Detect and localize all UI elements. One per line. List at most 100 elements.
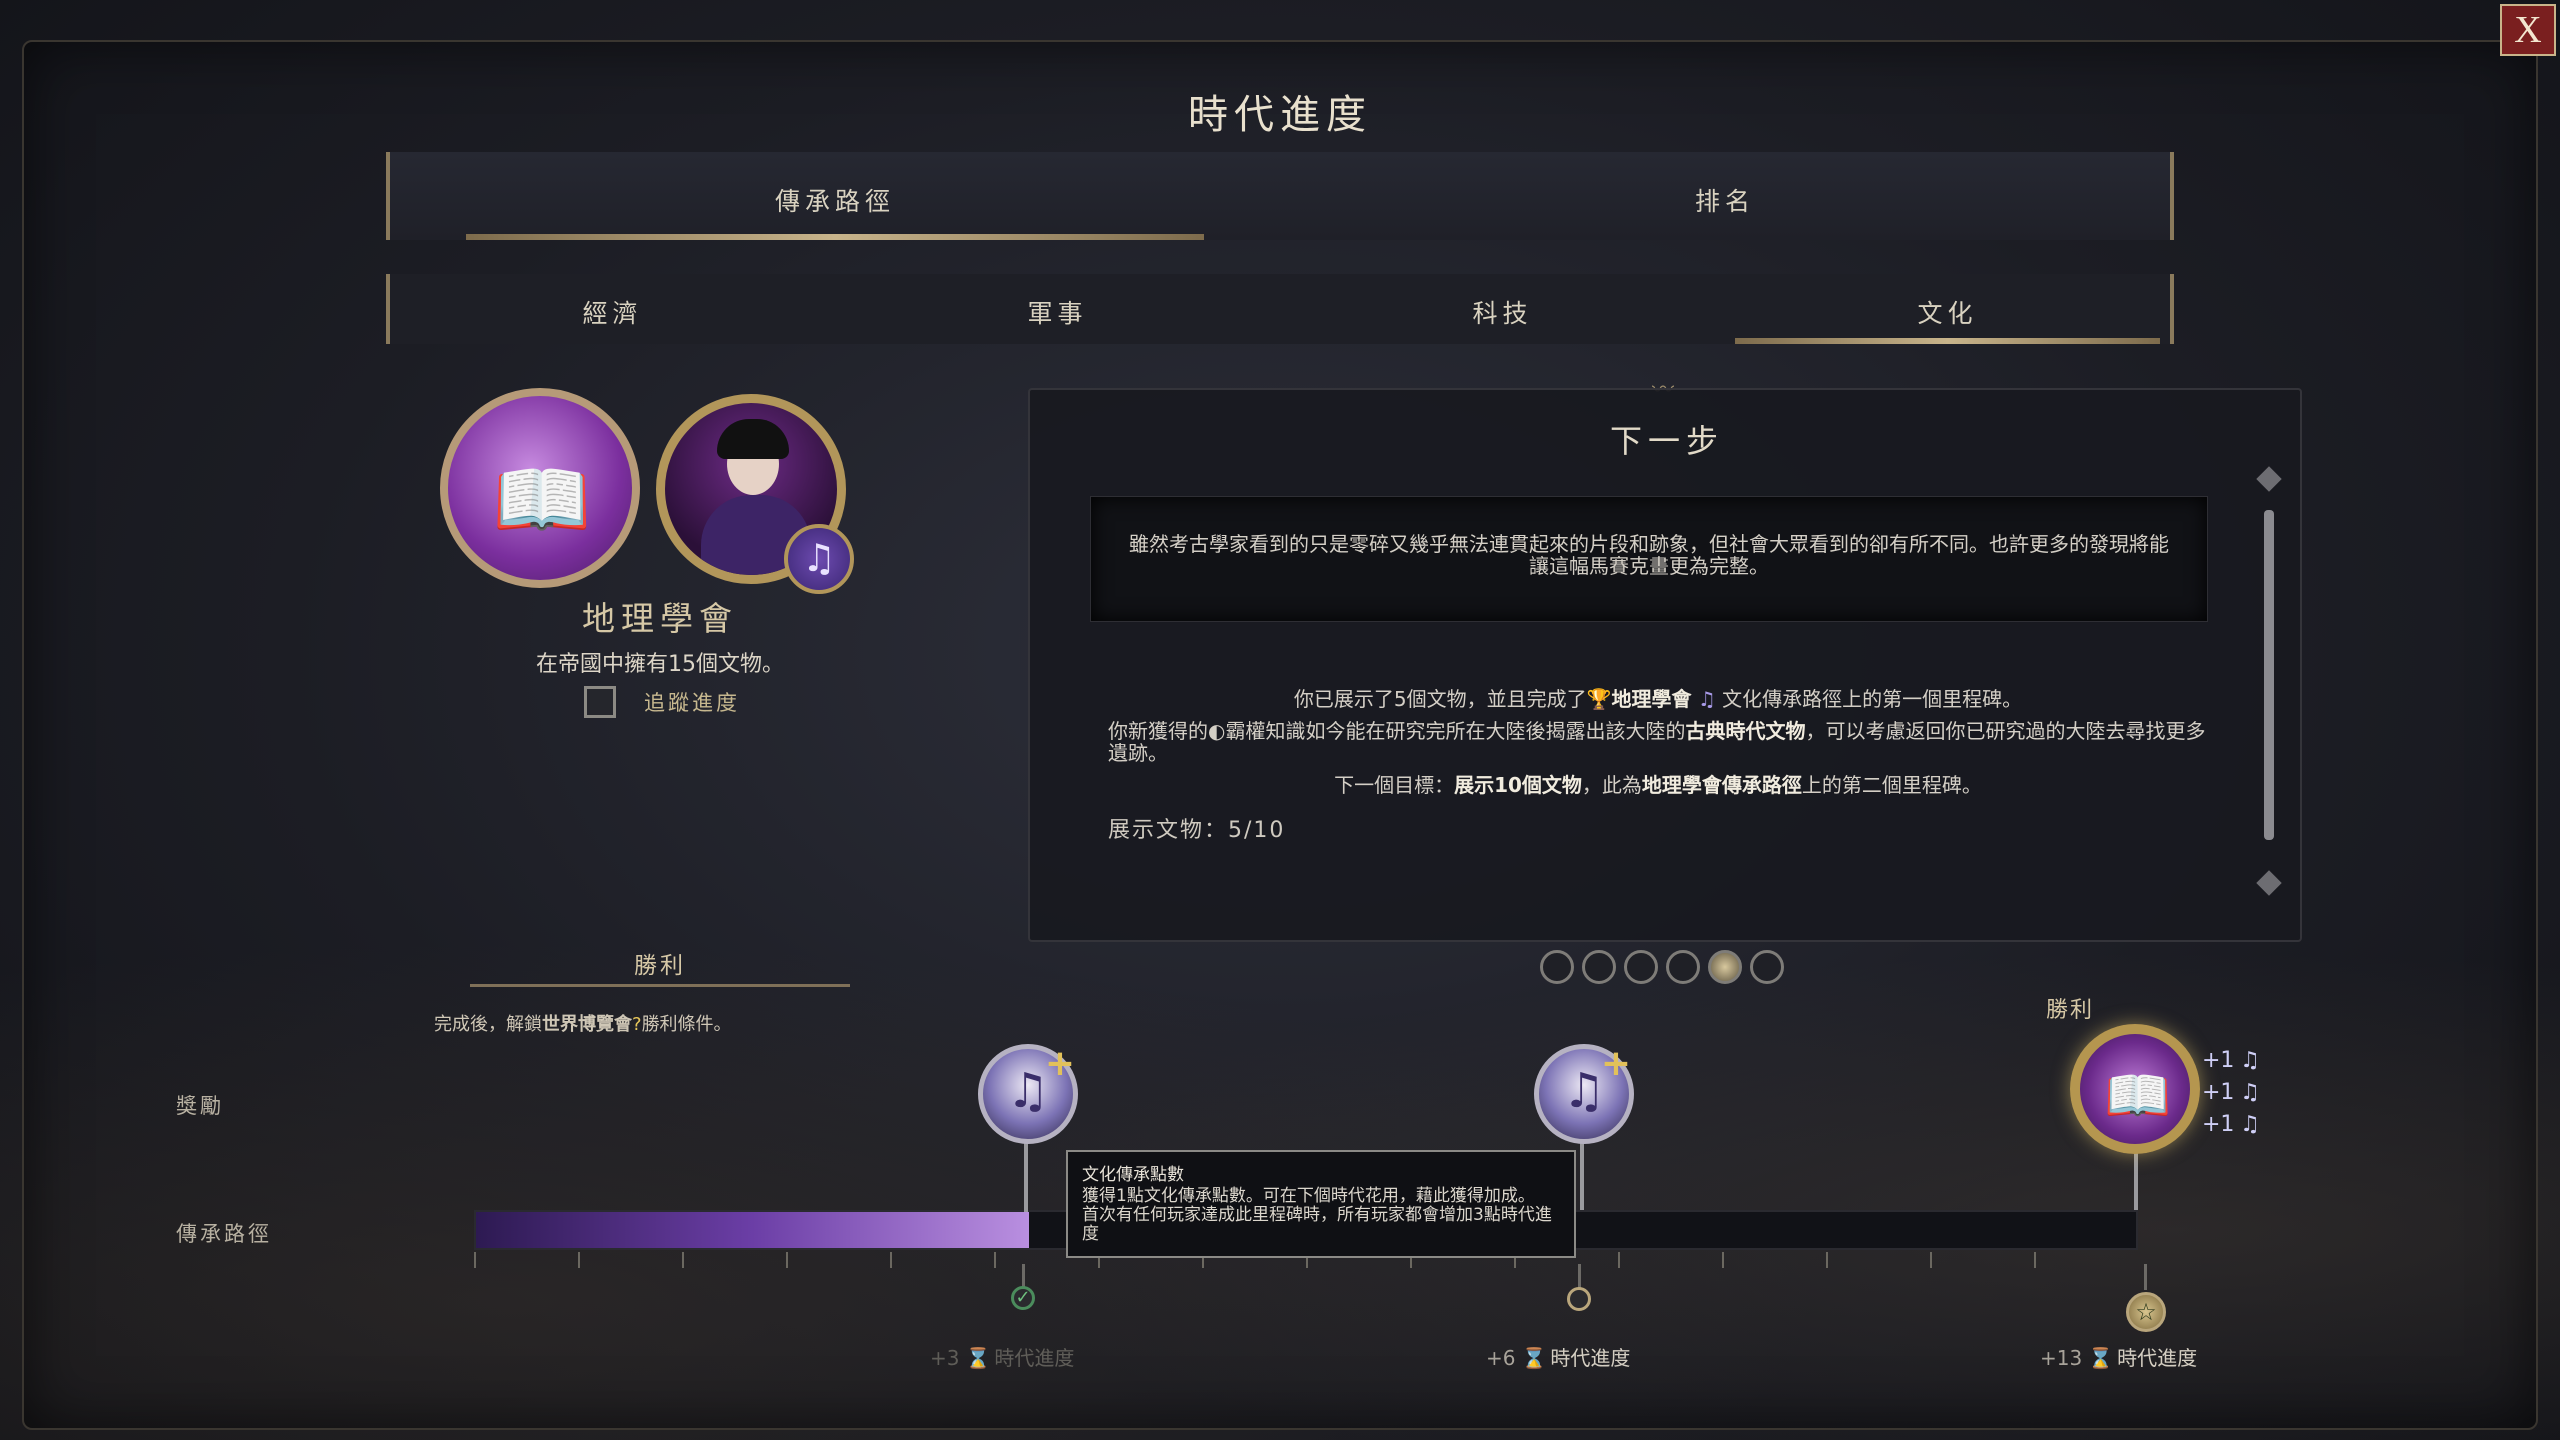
music-note-icon: ♫ xyxy=(2240,1080,2260,1105)
age-bonus: +3 xyxy=(930,1346,960,1370)
tooltip-title: 文化傳承點數 xyxy=(1082,1165,1184,1185)
bonus-amount: +1 xyxy=(2202,1048,2235,1073)
milestone-age-progress: +3 ⌛ 時代進度 xyxy=(930,1342,1074,1371)
flavor-quote-text: 雖然考古學家看到的只是零碎又幾乎無法連貫起來的片段和跡象，但社會大眾看到的卻有所… xyxy=(1129,532,2169,578)
page-dot[interactable] xyxy=(1540,950,1574,984)
goal-text: ，此為 xyxy=(1581,773,1642,797)
main-tab-bar: 傳承路徑 排名 xyxy=(386,152,2174,240)
progress-tick xyxy=(994,1252,996,1268)
book-icon: 📖 xyxy=(2104,1064,2172,1127)
scroll-up-icon[interactable] xyxy=(2256,466,2282,492)
age-label-text: 時代進度 xyxy=(994,1346,1075,1370)
music-note-icon: ♫ xyxy=(2240,1112,2260,1137)
knowledge-text: 霸權知識如今能在研究完所在大陸後揭露出該大陸的 xyxy=(1225,719,1686,743)
milestone-age-progress: +13 ⌛ 時代進度 xyxy=(2040,1342,2197,1371)
final-bonus: +1 ♫ xyxy=(2202,1112,2260,1137)
reward-stem xyxy=(2134,1150,2138,1210)
page-dot[interactable] xyxy=(1666,950,1700,984)
milestone-marker xyxy=(1567,1287,1591,1311)
legacy-link: 地理學會 xyxy=(1611,687,1692,711)
age-label-text: 時代進度 xyxy=(1550,1346,1631,1370)
final-reward-button[interactable]: 📖 xyxy=(2070,1024,2200,1154)
reward-culture-point-button[interactable]: ♫ + xyxy=(1534,1043,1634,1144)
victory-description: 完成後，解鎖世界博覽會?勝利條件。 xyxy=(434,1010,854,1036)
music-note-icon: ♫ xyxy=(2240,1048,2260,1073)
progress-tick xyxy=(1618,1252,1620,1268)
book-icon: 📖 xyxy=(492,453,592,546)
final-bonus: +1 ♫ xyxy=(2202,1080,2260,1105)
tab-economic[interactable]: 經濟 xyxy=(390,274,835,344)
bonus-amount: +1 xyxy=(2202,1112,2235,1137)
tooltip-line: 獲得1點文化傳承點數。可在下個時代花用，藉此獲得加成。 xyxy=(1082,1186,1535,1206)
scroll-down-icon[interactable] xyxy=(2256,870,2282,896)
plus-icon: + xyxy=(1600,1043,1631,1084)
sub-tab-bar: 經濟 軍事 科技 文化 xyxy=(386,274,2174,344)
knowledge-text: 你新獲得的 xyxy=(1108,719,1208,743)
legacy-laurel-icon: 📖 xyxy=(440,388,640,588)
goal-text: 下一個目標： xyxy=(1334,773,1455,797)
summary-text: 文化傳承路徑上的第一個里程碑。 xyxy=(1722,687,2023,711)
track-progress-label: 追蹤進度 xyxy=(644,691,740,715)
page-dot[interactable] xyxy=(1624,950,1658,984)
page-dot[interactable] xyxy=(1582,950,1616,984)
plus-icon: + xyxy=(1044,1043,1075,1084)
page-dot-active[interactable] xyxy=(1708,950,1742,984)
age-bonus: +13 xyxy=(2040,1346,2083,1370)
tab-science[interactable]: 科技 xyxy=(1280,274,1725,344)
progress-tick xyxy=(1826,1252,1828,1268)
music-note-icon: ♫ xyxy=(1697,687,1716,711)
close-button[interactable]: X xyxy=(2500,4,2556,56)
hourglass-icon: ⌛ xyxy=(2088,1346,2114,1370)
tab-military[interactable]: 軍事 xyxy=(835,274,1280,344)
victory-text: 完成後，解鎖 xyxy=(434,1014,542,1035)
page-indicator xyxy=(1540,950,1784,984)
unknown-icon: ? xyxy=(632,1014,642,1035)
music-note-icon: ♫ xyxy=(784,524,854,594)
page-title: 時代進度 xyxy=(1188,92,1372,138)
victory-label: 勝利 xyxy=(634,953,686,979)
progress-tick xyxy=(682,1252,684,1268)
antiquity-artifacts-link: 古典時代文物 xyxy=(1685,719,1806,743)
track-progress-toggle[interactable]: 追蹤進度 xyxy=(584,686,740,718)
knowledge-icon: ◐ xyxy=(1208,719,1226,743)
panel-scrollbar[interactable] xyxy=(2264,510,2274,840)
scroll-thumb[interactable] xyxy=(2264,510,2274,840)
final-bonus: +1 ♫ xyxy=(2202,1048,2260,1073)
bonus-amount: +1 xyxy=(2202,1080,2235,1105)
legacy-description: 在帝國中擁有15個文物。 xyxy=(536,652,784,677)
track-progress-checkbox[interactable] xyxy=(584,686,616,718)
tab-ranking[interactable]: 排名 xyxy=(1280,152,2170,240)
progress-tick xyxy=(1930,1252,1932,1268)
victory-text: 勝利條件。 xyxy=(641,1014,732,1035)
reward-culture-point-button[interactable]: ♫ + xyxy=(978,1043,1078,1144)
next-step-title: 下一步 xyxy=(1609,422,1724,460)
legacy-progress-fill xyxy=(476,1212,1029,1248)
marker-stem xyxy=(2144,1264,2147,1290)
reward-row-label: 獎勵 xyxy=(176,1094,224,1118)
progress-tick xyxy=(578,1252,580,1268)
summary-text: 你已展示了5個文物，並且完成了 xyxy=(1293,687,1587,711)
progress-tick xyxy=(890,1252,892,1268)
checkmark-icon: ✓ xyxy=(1011,1286,1035,1310)
hourglass-icon: ⌛ xyxy=(965,1346,991,1370)
next-step-panel: 下一步 雖然考古學家看到的只是零碎又幾乎無法連貫起來的片段和跡象，但社會大眾看到… xyxy=(1028,388,2302,942)
progress-tick xyxy=(1722,1252,1724,1268)
tab-legacy-path[interactable]: 傳承路徑 xyxy=(390,152,1280,240)
hourglass-icon: ⌛ xyxy=(1521,1346,1547,1370)
trophy-icon: 🏆 xyxy=(1586,687,1612,711)
reward-tooltip: 文化傳承點數 獲得1點文化傳承點數。可在下個時代花用，藉此獲得加成。 首次有任何… xyxy=(1066,1150,1576,1258)
victory-divider xyxy=(470,984,850,990)
age-bonus: +6 xyxy=(1486,1346,1516,1370)
progress-tick xyxy=(786,1252,788,1268)
goal-text: 上的第二個里程碑。 xyxy=(1801,773,1982,797)
close-icon: X xyxy=(2514,9,2542,51)
progress-tick xyxy=(474,1252,476,1268)
goal-legacy: 地理學會傳承路徑 xyxy=(1641,773,1802,797)
star-icon: ☆ xyxy=(2126,1292,2166,1332)
age-label-text: 時代進度 xyxy=(2117,1346,2198,1370)
milestone-summary: 你已展示了5個文物，並且完成了🏆地理學會 ♫ 文化傳承路徑上的第一個里程碑。 xyxy=(1108,688,2208,710)
path-row-label: 傳承路徑 xyxy=(176,1222,272,1246)
tab-culture[interactable]: 文化 xyxy=(1725,274,2170,344)
page-dot[interactable] xyxy=(1750,950,1784,984)
reward-stem xyxy=(1580,1140,1584,1210)
